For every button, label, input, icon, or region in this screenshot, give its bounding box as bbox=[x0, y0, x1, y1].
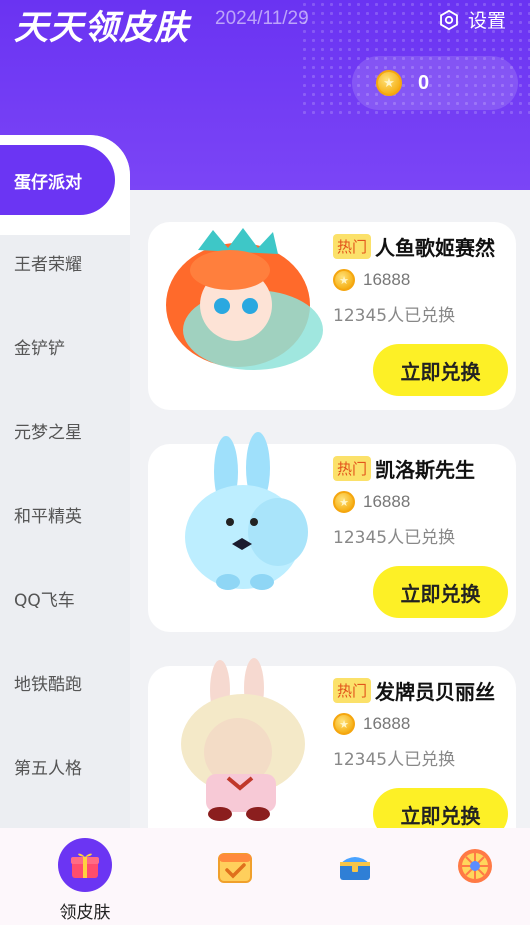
sidebar-item-label: QQ飞车 bbox=[14, 590, 75, 611]
treasure-chest-icon bbox=[340, 857, 370, 880]
nav-tab-treasure[interactable] bbox=[315, 838, 395, 923]
skin-card[interactable]: 热门 凯洛斯先生 16888 12345人已兑换 立即兑换 bbox=[148, 432, 516, 632]
skin-card[interactable]: 热门 人鱼歌姬赛然 16888 12345人已兑换 立即兑换 bbox=[148, 222, 516, 410]
coin-balance-value: 0 bbox=[418, 71, 430, 94]
nav-tab-skins[interactable]: 领皮肤 bbox=[45, 838, 125, 923]
skin-name: 发牌员贝丽丝 bbox=[375, 680, 496, 704]
sidebar-item-hepingjingying[interactable]: 和平精英 bbox=[0, 479, 130, 549]
redeemed-count: 12345人已兑换 bbox=[333, 306, 456, 326]
mermaid-character-icon bbox=[166, 228, 323, 370]
sidebar-item-danzaipaidui[interactable]: 蛋仔派对 bbox=[0, 145, 115, 215]
bunny-dealer-character-icon bbox=[181, 658, 305, 821]
sidebar-item-diwurenge[interactable]: 第五人格 bbox=[0, 731, 130, 801]
lucky-wheel-icon bbox=[458, 849, 492, 883]
sidebar-item-label: 金铲铲 bbox=[14, 338, 65, 359]
sidebar-item-wangzherongyao[interactable]: 王者荣耀 bbox=[0, 227, 130, 297]
skin-card[interactable]: 热门 发牌员贝丽丝 16888 12345人已兑换 立即兑换 bbox=[148, 658, 516, 828]
hot-badge: 热门 bbox=[333, 456, 372, 481]
coin-icon bbox=[333, 491, 355, 513]
redeemed-count: 12345人已兑换 bbox=[333, 528, 456, 548]
gift-icon bbox=[71, 853, 99, 878]
skin-price: 16888 bbox=[363, 714, 411, 733]
hot-badge: 热门 bbox=[333, 678, 372, 703]
sidebar-item-label: 蛋仔派对 bbox=[14, 172, 82, 193]
skin-list[interactable]: 热门 人鱼歌姬赛然 16888 12345人已兑换 立即兑换 热门 bbox=[130, 190, 530, 828]
skin-price: 16888 bbox=[363, 270, 411, 289]
sidebar-item-label: 王者荣耀 bbox=[14, 254, 82, 275]
sidebar-item-label: 和平精英 bbox=[14, 506, 82, 527]
redeemed-count: 12345人已兑换 bbox=[333, 750, 456, 770]
sidebar-item-ditiekupao[interactable]: 地铁酷跑 bbox=[0, 647, 130, 717]
coin-icon bbox=[376, 70, 402, 96]
redeem-button[interactable]: 立即兑换 bbox=[373, 788, 508, 828]
settings-button[interactable]: 设置 bbox=[438, 6, 506, 33]
sidebar-item-label: 第五人格 bbox=[14, 758, 82, 779]
calendar-check-icon bbox=[218, 853, 252, 883]
category-sidebar: 蛋仔派对 王者荣耀 金铲铲 元梦之星 和平精英 QQ飞车 地铁酷跑 第五人格 bbox=[0, 135, 130, 828]
blue-bunny-character-icon bbox=[185, 432, 308, 590]
redeem-button[interactable]: 立即兑换 bbox=[373, 344, 508, 396]
sidebar-item-qqfeiche[interactable]: QQ飞车 bbox=[0, 563, 130, 633]
app-title: 天天领皮肤 bbox=[14, 8, 189, 48]
skin-name: 凯洛斯先生 bbox=[375, 458, 476, 482]
coin-icon bbox=[333, 713, 355, 735]
sidebar-item-label: 元梦之星 bbox=[14, 422, 82, 443]
redeem-button[interactable]: 立即兑换 bbox=[373, 566, 508, 618]
nav-tab-checkin[interactable] bbox=[195, 838, 275, 923]
nav-tab-lucky-wheel[interactable] bbox=[435, 838, 515, 923]
nav-tab-skins-label: 领皮肤 bbox=[59, 903, 111, 923]
gear-icon bbox=[440, 9, 458, 30]
skin-price: 16888 bbox=[363, 492, 411, 511]
sidebar-item-yuanmengzhixing[interactable]: 元梦之星 bbox=[0, 395, 130, 465]
coin-balance[interactable]: 0 bbox=[352, 56, 518, 110]
settings-label: 设置 bbox=[468, 10, 507, 32]
hot-badge: 热门 bbox=[333, 234, 372, 259]
date-label: 2024/11/29 bbox=[215, 8, 309, 29]
bottom-nav: 领皮肤 bbox=[0, 828, 530, 925]
skin-name: 人鱼歌姬赛然 bbox=[375, 236, 496, 260]
coin-icon bbox=[333, 269, 355, 291]
sidebar-item-jinchanchan[interactable]: 金铲铲 bbox=[0, 311, 130, 381]
sidebar-item-label: 地铁酷跑 bbox=[14, 674, 82, 695]
